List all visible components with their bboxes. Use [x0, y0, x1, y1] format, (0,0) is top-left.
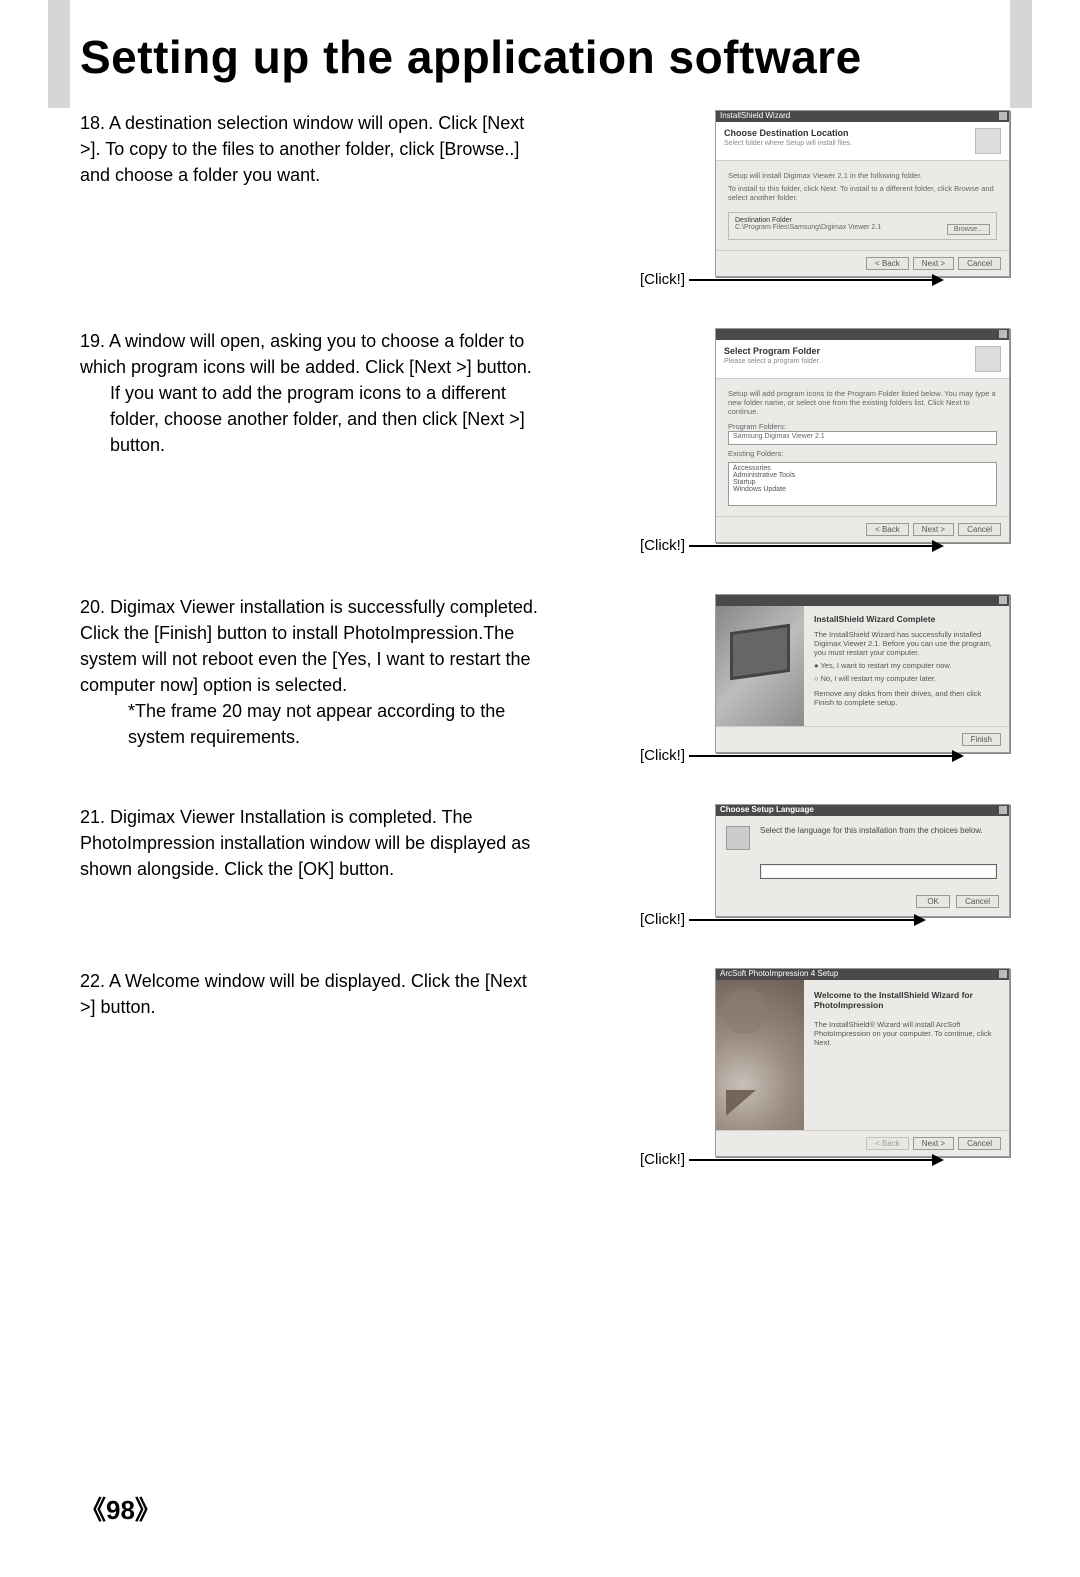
step-18-text: 18. A destination selection window will … [80, 110, 545, 188]
step-22-figure: ArcSoft PhotoImpression 4 Setup Welcome … [640, 968, 1010, 1168]
click-callout-18: [Click!] [640, 271, 1010, 288]
step-18-figure: InstallShield Wizard Choose Destination … [640, 110, 1010, 288]
step-22-text: 22. A Welcome window will be displayed. … [80, 968, 545, 1020]
close-icon [999, 806, 1007, 814]
close-icon [999, 112, 1007, 120]
next-button[interactable]: Next > [913, 1137, 954, 1150]
click-callout-21: [Click!] [640, 911, 1010, 928]
program-folder-dialog: Select Program Folder Please select a pr… [715, 328, 1010, 543]
step-21-num: 21. [80, 807, 110, 827]
language-dropdown[interactable] [760, 864, 997, 879]
page-number: 《98》 [80, 1490, 161, 1527]
back-button[interactable]: < Back [866, 523, 909, 536]
step-18-num: 18. [80, 113, 109, 133]
language-dialog: Choose Setup Language Select the languag… [715, 804, 1010, 917]
step-21: 21. Digimax Viewer Installation is compl… [80, 804, 1010, 928]
destination-dialog: InstallShield Wizard Choose Destination … [715, 110, 1010, 277]
next-button[interactable]: Next > [913, 257, 954, 270]
dialog-header: Choose Destination Location Select folde… [716, 122, 1009, 161]
cancel-button[interactable]: Cancel [958, 1137, 1001, 1150]
restart-later-radio[interactable]: No, I will restart my computer later. [814, 674, 999, 683]
globe-icon [726, 826, 750, 850]
step-22-num: 22. [80, 971, 109, 991]
program-folder-input[interactable]: Samsung Digimax Viewer 2.1 [728, 431, 997, 445]
destination-folder-box: Destination Folder C:\Program Files\Sams… [728, 212, 997, 240]
existing-folders-list[interactable]: Accessories Administrative Tools Startup… [728, 462, 997, 506]
step-20: 20. Digimax Viewer installation is succe… [80, 594, 1010, 764]
language-dialog-titlebar: Choose Setup Language [716, 805, 1009, 816]
browse-button[interactable]: Browse... [947, 224, 990, 235]
arrow-icon [689, 919, 924, 921]
dialog-titlebar: InstallShield Wizard [716, 111, 1009, 122]
arcsoft-side-image [716, 980, 804, 1130]
step-21-figure: Choose Setup Language Select the languag… [640, 804, 1010, 928]
next-button[interactable]: Next > [913, 523, 954, 536]
page-body: Setting up the application software 18. … [70, 0, 1010, 1577]
close-icon [999, 596, 1007, 604]
page-title: Setting up the application software [80, 30, 862, 84]
step-20-figure: InstallShield Wizard Complete The Instal… [640, 594, 1010, 764]
back-button[interactable]: < Back [866, 257, 909, 270]
arrow-icon [689, 1159, 942, 1161]
finish-button[interactable]: Finish [962, 733, 1001, 746]
content-area: 18. A destination selection window will … [80, 110, 1010, 1208]
ok-button[interactable]: OK [916, 895, 950, 908]
back-button[interactable]: < Back [866, 1137, 909, 1150]
arrow-icon [689, 279, 942, 281]
step-20-text: 20. Digimax Viewer installation is succe… [80, 594, 545, 751]
step-18-body: A destination selection window will open… [80, 113, 524, 185]
complete-dialog: InstallShield Wizard Complete The Instal… [715, 594, 1010, 753]
cancel-button[interactable]: Cancel [958, 523, 1001, 536]
arrow-icon [689, 545, 942, 547]
step-20-num: 20. [80, 597, 110, 617]
step-20-note: *The frame 20 may not appear according t… [80, 698, 545, 750]
step-21-text: 21. Digimax Viewer Installation is compl… [80, 804, 545, 882]
cancel-button[interactable]: Cancel [956, 895, 999, 908]
step-19-text: 19. A window will open, asking you to ch… [80, 328, 545, 458]
click-callout-19: [Click!] [640, 537, 1010, 554]
step-22: 22. A Welcome window will be displayed. … [80, 968, 1010, 1168]
wizard-icon [975, 128, 1001, 154]
wizard-side-image [716, 606, 804, 726]
close-icon [999, 330, 1007, 338]
cancel-button[interactable]: Cancel [958, 257, 1001, 270]
click-callout-22: [Click!] [640, 1151, 1010, 1168]
step-18: 18. A destination selection window will … [80, 110, 1010, 288]
restart-now-radio[interactable]: Yes, I want to restart my computer now. [814, 661, 999, 670]
arrow-icon [689, 755, 962, 757]
click-callout-20: [Click!] [640, 747, 1010, 764]
close-icon [999, 970, 1007, 978]
step-19-figure: Select Program Folder Please select a pr… [640, 328, 1010, 554]
step-19: 19. A window will open, asking you to ch… [80, 328, 1010, 554]
step-19-num: 19. [80, 331, 109, 351]
welcome-dialog: ArcSoft PhotoImpression 4 Setup Welcome … [715, 968, 1010, 1157]
wizard-icon [975, 346, 1001, 372]
